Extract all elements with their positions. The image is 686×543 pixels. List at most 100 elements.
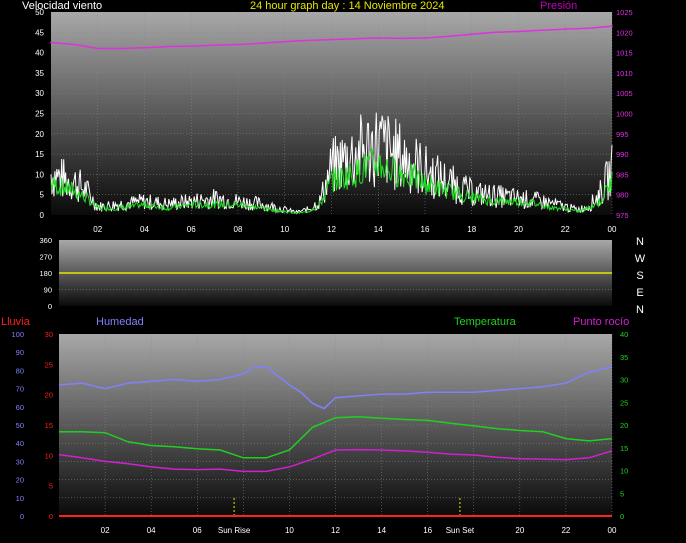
humidity-label: Humedad: [96, 316, 144, 328]
pressure-point: [73, 43, 76, 46]
pressure-point: [541, 29, 543, 32]
y2-tick-label: 1005: [616, 89, 633, 98]
x-tick-label: 00: [608, 225, 617, 234]
y-tick-label: 180: [39, 269, 52, 278]
rain-tick-label: 30: [45, 330, 53, 339]
x-tick-label: 10: [285, 526, 294, 535]
x-tick-label: 04: [140, 225, 149, 234]
x-tick-label: 06: [187, 225, 196, 234]
x-tick-label: 20: [514, 225, 523, 234]
y-tick-label: 30: [35, 89, 44, 98]
compass-e: E: [636, 287, 644, 299]
rain-tick-label: 20: [45, 391, 53, 400]
y2-tick-label: 985: [616, 170, 629, 179]
x-tick-label: 18: [467, 225, 476, 234]
y-tick-label: 20: [35, 130, 44, 139]
pressure-point: [213, 44, 216, 47]
pressure-point: [143, 46, 146, 49]
x-tick-label: 06: [193, 526, 202, 535]
x-tick-label: 20: [515, 526, 524, 535]
y-tick-label: 360: [39, 236, 52, 245]
pressure-point: [564, 28, 567, 30]
temperature-tick-label: 25: [620, 398, 628, 407]
y2-tick-label: 1025: [616, 8, 633, 17]
pressure-point: [50, 41, 52, 44]
y-tick-label: 0: [40, 211, 45, 220]
pressure-point: [237, 43, 239, 46]
y-tick-label: 10: [35, 170, 44, 179]
temperature-tick-label: 40: [620, 330, 628, 339]
pressure-point: [167, 45, 169, 48]
compass-w: W: [634, 253, 646, 265]
rain-tick-label: 25: [45, 360, 53, 369]
rain-label: Lluvia: [1, 316, 30, 328]
y2-tick-label: 1000: [616, 110, 633, 119]
humidity-tick-label: 70: [16, 385, 24, 394]
pressure-label: Presión: [540, 0, 578, 12]
compass-n-bottom: N: [636, 304, 644, 316]
pressure-point: [283, 40, 286, 43]
x-tick-label: 02: [101, 526, 110, 535]
humidity-tick-label: 0: [20, 512, 24, 521]
y-tick-label: 40: [35, 49, 44, 58]
x-tick-label: 14: [377, 526, 386, 535]
rain-tick-label: 15: [45, 421, 53, 430]
x-tick-label: 02: [93, 225, 102, 234]
temperature-tick-label: 35: [620, 353, 628, 362]
y-tick-label: 25: [35, 110, 44, 119]
compass-n-top: N: [636, 236, 644, 248]
weather-graph: 0510152025303540455097598098599099510001…: [11, 8, 633, 535]
y-tick-label: 0: [48, 302, 52, 311]
pressure-point: [470, 33, 473, 36]
humidity-tick-label: 90: [16, 348, 24, 357]
x-tick-label: 12: [327, 225, 336, 234]
dewpoint-label: Punto rocío: [573, 316, 630, 328]
humidity-tick-label: 60: [16, 403, 24, 412]
y-tick-label: 270: [39, 253, 52, 262]
y-tick-label: 15: [35, 150, 44, 159]
x-tick-label: 00: [608, 526, 617, 535]
x-tick-label: 08: [234, 225, 243, 234]
x-tick-label: Sun Set: [446, 526, 475, 535]
y-tick-label: 90: [44, 286, 52, 295]
rain-tick-label: 10: [45, 451, 53, 460]
pressure-point: [330, 38, 333, 41]
x-tick-label: 12: [331, 526, 340, 535]
x-tick-label: 14: [374, 225, 383, 234]
pressure-point: [120, 47, 122, 50]
humidity-tick-label: 50: [16, 421, 24, 430]
y-tick-label: 45: [35, 28, 44, 37]
y2-tick-label: 980: [616, 191, 629, 200]
humidity-tick-label: 20: [16, 476, 24, 485]
pressure-point: [377, 37, 380, 39]
compass-s: S: [636, 270, 644, 282]
pressure-point: [447, 35, 450, 38]
humidity-temperature-panel: 0102030405060708090100051015202530051015…: [11, 330, 628, 535]
graph-title: 24 hour graph day : 14 Noviembre 2024: [250, 0, 445, 12]
compass-legend: N W S E N: [634, 234, 646, 319]
humidity-tick-label: 80: [16, 366, 24, 375]
x-tick-label: 04: [147, 526, 156, 535]
humidity-tick-label: 100: [11, 330, 24, 339]
y2-tick-label: 995: [616, 130, 629, 139]
x-tick-label: 16: [421, 225, 430, 234]
pressure-point: [424, 37, 426, 39]
y2-tick-label: 1020: [616, 28, 633, 37]
wind-pressure-panel: 0510152025303540455097598098599099510001…: [35, 8, 633, 234]
wind-direction-panel: 0 90 180 270 360: [39, 236, 612, 311]
pressure-point: [494, 31, 496, 34]
pressure-point: [260, 42, 263, 45]
pressure-point: [400, 37, 403, 40]
temperature-tick-label: 10: [620, 467, 628, 476]
pressure-point: [517, 30, 520, 33]
y-tick-label: 5: [40, 191, 45, 200]
pressure-point: [611, 25, 613, 28]
pressure-point: [96, 47, 99, 50]
pressure-point: [190, 45, 193, 47]
temperature-tick-label: 15: [620, 444, 628, 453]
pressure-point: [354, 37, 356, 40]
humidity-tick-label: 10: [16, 494, 24, 503]
y2-tick-label: 990: [616, 150, 629, 159]
rain-tick-label: 5: [49, 482, 53, 491]
temperature-tick-label: 0: [620, 512, 624, 521]
